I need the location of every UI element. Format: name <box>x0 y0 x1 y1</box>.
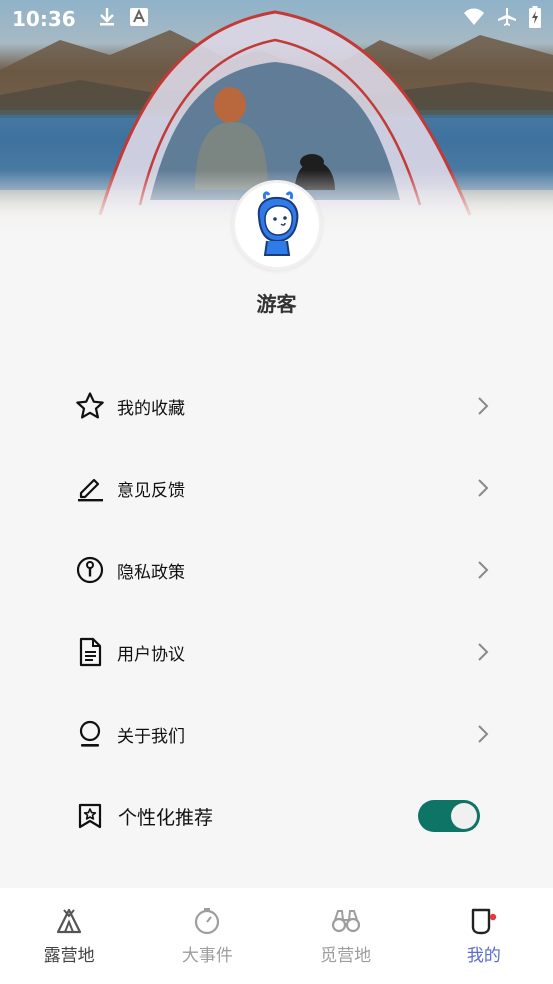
binoculars-icon <box>331 906 361 936</box>
bottom-nav: 露营地 大事件 觅营地 我的 <box>0 888 553 984</box>
pen-icon <box>74 472 106 504</box>
about-icon <box>74 718 106 750</box>
toggle-label: 个性化推荐 <box>118 806 214 829</box>
menu-item-user-agreement[interactable]: 用户协议 <box>74 627 494 677</box>
chevron-right-icon <box>474 559 492 581</box>
menu-item-label: 隐私政策 <box>117 562 185 583</box>
chevron-right-icon <box>474 395 492 417</box>
stopwatch-icon <box>192 906 222 936</box>
download-icon <box>98 7 116 31</box>
wifi-icon <box>463 8 485 30</box>
cup-icon <box>469 906 499 936</box>
recommend-icon <box>74 800 106 832</box>
personalized-recommendation-toggle[interactable] <box>418 800 480 832</box>
avatar[interactable] <box>232 180 322 270</box>
chevron-right-icon <box>474 477 492 499</box>
menu-item-privacy[interactable]: 隐私政策 <box>74 545 494 595</box>
privacy-icon <box>74 554 106 586</box>
menu-item-personalized-recommendation: 个性化推荐 <box>74 791 494 841</box>
menu-item-label: 我的收藏 <box>117 398 185 419</box>
status-bar: 10:36 <box>0 0 553 38</box>
font-a-icon <box>129 8 148 30</box>
nav-label: 露营地 <box>43 946 95 966</box>
chevron-right-icon <box>474 641 492 663</box>
chevron-right-icon <box>474 723 492 745</box>
menu-item-favorites[interactable]: 我的收藏 <box>74 381 494 431</box>
menu-item-label: 关于我们 <box>117 726 185 747</box>
nav-label: 觅营地 <box>320 946 372 966</box>
airplane-icon <box>497 7 517 31</box>
menu-item-label: 用户协议 <box>117 644 185 665</box>
status-time: 10:36 <box>12 7 76 31</box>
nav-tab-find-campsite[interactable]: 觅营地 <box>277 888 415 984</box>
menu-item-label: 意见反馈 <box>117 480 185 501</box>
battery-icon <box>529 6 541 32</box>
nav-tab-campsites[interactable]: 露营地 <box>0 888 138 984</box>
nav-label: 大事件 <box>181 946 233 966</box>
toggle-knob <box>451 803 477 829</box>
star-icon <box>74 390 106 422</box>
mascot-icon <box>257 191 299 256</box>
tent-icon <box>54 906 84 936</box>
username: 游客 <box>256 292 297 316</box>
menu-item-about-us[interactable]: 关于我们 <box>74 709 494 759</box>
nav-label: 我的 <box>466 946 501 966</box>
document-icon <box>74 636 106 668</box>
menu-item-feedback[interactable]: 意见反馈 <box>74 463 494 513</box>
nav-tab-mine[interactable]: 我的 <box>415 888 553 984</box>
nav-tab-events[interactable]: 大事件 <box>138 888 276 984</box>
